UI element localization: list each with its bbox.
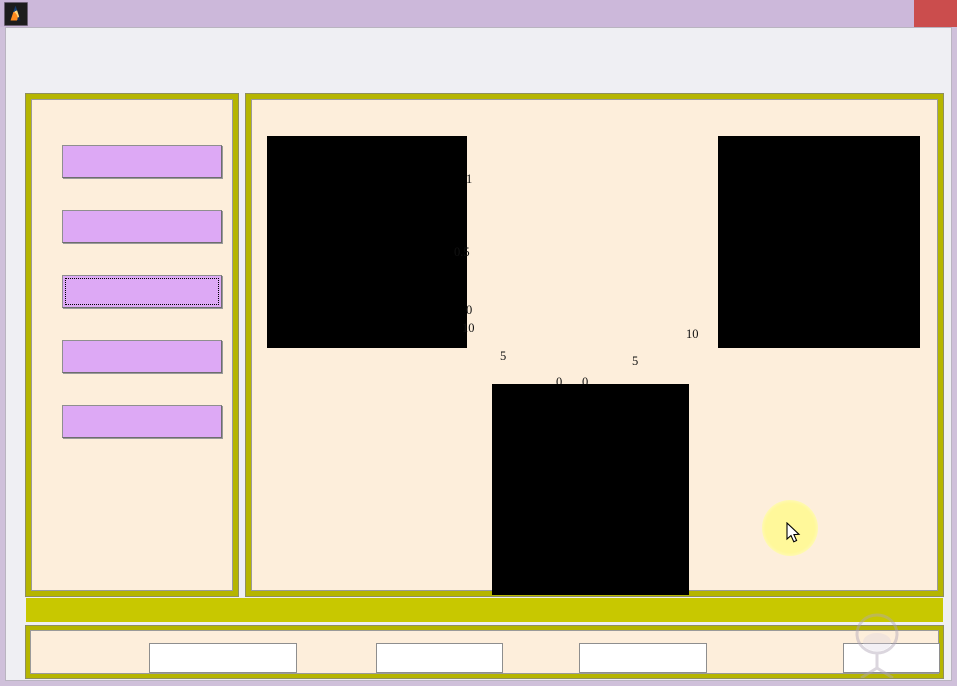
entropy-value — [579, 643, 707, 673]
segmentation-button[interactable] — [62, 210, 222, 243]
som-surface-canvas — [464, 132, 709, 357]
clear-all-button[interactable] — [62, 340, 222, 373]
tumor-detection-value — [149, 643, 297, 673]
som-ztick-1: 1 — [466, 172, 473, 186]
region-of-interest-axes — [492, 384, 689, 595]
figure-window: 1 0.5 0 10 5 0 0 5 10 — [5, 27, 952, 681]
image-display-panel: 1 0.5 0 10 5 0 0 5 10 — [246, 94, 943, 596]
window-controls — [846, 0, 957, 27]
maximize-icon[interactable] — [880, 0, 914, 27]
close-icon[interactable] — [914, 0, 957, 27]
window-titlebar — [0, 0, 957, 27]
som-ztick-05: 0.5 — [454, 245, 470, 259]
knn-clustering-canvas — [718, 136, 920, 348]
original-image-axes — [267, 136, 467, 348]
elapsed-time-value — [843, 643, 940, 673]
som-xtick-10: 10 — [686, 327, 699, 341]
menu-panel — [26, 94, 238, 596]
parameters-panel — [26, 626, 943, 678]
region-of-interest-canvas — [492, 384, 689, 595]
exit-button[interactable] — [62, 405, 222, 438]
footer-links-band — [26, 598, 943, 622]
som-ytick-5: 5 — [500, 349, 507, 363]
som-xtick-5: 5 — [632, 354, 639, 368]
mean-value — [376, 643, 503, 673]
som-ztick-0: 0 — [466, 303, 473, 317]
som-ytick-10: 10 — [462, 321, 475, 335]
tumor-detection-button[interactable] — [62, 275, 222, 308]
matlab-membrane-icon — [4, 1, 28, 26]
knn-clustering-axes — [718, 136, 920, 348]
browse-input-image-button[interactable] — [62, 145, 222, 178]
original-image-canvas — [267, 136, 467, 348]
som-map-axes: 1 0.5 0 10 5 0 0 5 10 — [454, 132, 709, 389]
minimize-icon[interactable] — [846, 0, 880, 27]
